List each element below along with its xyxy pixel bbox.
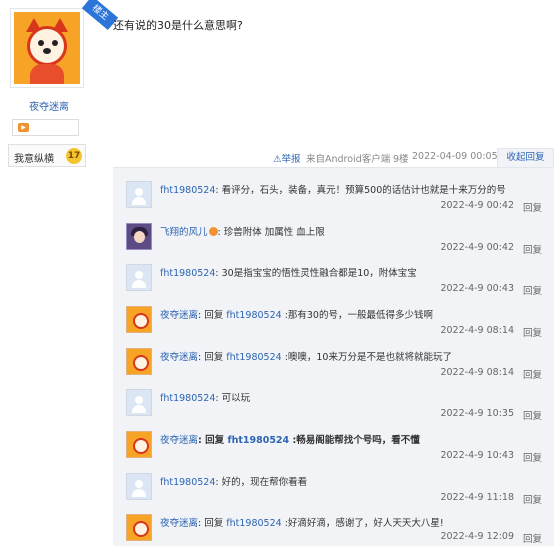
poster-avatar[interactable]: 楼主 <box>10 0 119 88</box>
reply-time: 2022-4-9 12:09 <box>440 531 514 542</box>
reply-target-user[interactable]: fht1980524 <box>226 518 281 529</box>
reply-time: 2022-4-9 11:18 <box>440 492 514 503</box>
fox-avatar-image <box>14 12 80 84</box>
reply-time: 2022-4-9 10:43 <box>440 450 514 461</box>
reply-button[interactable]: 回复 <box>523 200 542 214</box>
fox-avatar[interactable] <box>126 514 152 541</box>
default-avatar[interactable] <box>126 389 152 416</box>
reply-username[interactable]: fht1980524 <box>160 393 215 404</box>
reply-content: : 可以玩 <box>215 393 251 404</box>
reply-content: :畅易阁能帮找个号吗，看不懂 <box>289 435 420 446</box>
reply-username[interactable]: fht1980524 <box>160 268 215 279</box>
reply-button[interactable]: 回复 <box>523 531 542 545</box>
reply-content: : 好的，现在帮你看看 <box>215 477 308 488</box>
reply-button[interactable]: 回复 <box>523 492 542 506</box>
anime-avatar[interactable] <box>126 223 152 250</box>
reply-content: :噢噢，10来万分是不是也就将就能玩了 <box>281 352 452 363</box>
reply-button[interactable]: 回复 <box>523 450 542 464</box>
reply-time: 2022-4-9 00:43 <box>440 283 514 294</box>
fan-level-number: 17 <box>66 148 82 164</box>
reply-time: 2022-4-9 08:14 <box>440 325 514 336</box>
reply-target-user[interactable]: fht1980524 <box>226 352 281 363</box>
post-time: 2022-04-09 00:05 <box>412 151 498 162</box>
poster-name-link[interactable]: 夜夺迷离 <box>0 98 98 113</box>
reply-list: fht1980524: 看评分，石头，装备，真元！预算500的话估计也就是十来万… <box>113 167 554 546</box>
reply-button[interactable]: 回复 <box>523 325 542 339</box>
fan-medal-icon <box>208 227 218 236</box>
reply-time: 2022-4-9 00:42 <box>440 200 514 211</box>
reply-time: 2022-4-9 00:42 <box>440 242 514 253</box>
collapse-replies-button[interactable]: 收起回复 <box>497 148 554 167</box>
default-avatar[interactable] <box>126 473 152 500</box>
poster-sidebar: 楼主 夜夺迷离 ▶ 我意纵横 17 <box>0 0 119 546</box>
reply-content: :好滴好滴，感谢了，好人天天大八星! <box>281 518 444 529</box>
reply-username[interactable]: 夜夺迷离 <box>160 310 198 321</box>
reply-button[interactable]: 回复 <box>523 408 542 422</box>
post-meta-bar: ⚠举报 来自Android客户端 9楼 2022-04-09 00:05 收起回… <box>113 148 554 167</box>
post-content: 还有说的30是什么意思啊? <box>113 19 243 32</box>
fox-avatar[interactable] <box>126 431 152 458</box>
medal-box[interactable]: ▶ <box>12 119 79 136</box>
reply-button[interactable]: 回复 <box>523 242 542 256</box>
report-link[interactable]: ⚠举报 <box>273 151 301 165</box>
default-avatar[interactable] <box>126 181 152 208</box>
client-source[interactable]: 来自Android客户端 <box>306 151 390 165</box>
reply-username[interactable]: fht1980524 <box>160 477 215 488</box>
reply-username[interactable]: fht1980524 <box>160 185 215 196</box>
reply-username[interactable]: 夜夺迷离 <box>160 352 198 363</box>
reply-username[interactable]: 夜夺迷离 <box>160 435 198 446</box>
warning-icon: ⚠ <box>273 154 282 165</box>
fox-avatar[interactable] <box>126 348 152 375</box>
reply-target-user[interactable]: fht1980524 <box>226 310 281 321</box>
fan-club-label: 我意纵横 <box>14 154 54 165</box>
floor-number: 9楼 <box>393 154 409 165</box>
reply-content: : 30是指宝宝的悟性灵性融合都是10，附体宝宝 <box>215 268 417 279</box>
reply-time: 2022-4-9 08:14 <box>440 367 514 378</box>
default-avatar[interactable] <box>126 264 152 291</box>
reply-content: :那有30的号，一般最低得多少钱啊 <box>281 310 433 321</box>
game-controller-icon: ▶ <box>18 123 29 132</box>
fox-avatar[interactable] <box>126 306 152 333</box>
reply-content: : 看评分，石头，装备，真元！预算500的话估计也就是十来万分的号 <box>215 185 506 196</box>
reply-time: 2022-4-9 10:35 <box>440 408 514 419</box>
reply-username[interactable]: 飞翔的风儿 <box>160 227 208 238</box>
reply-button[interactable]: 回复 <box>523 283 542 297</box>
reply-target-user[interactable]: fht1980524 <box>227 435 289 446</box>
reply-username[interactable]: 夜夺迷离 <box>160 518 198 529</box>
reply-content: : 珍兽附体 加属性 血上限 <box>217 227 325 238</box>
reply-button[interactable]: 回复 <box>523 367 542 381</box>
fan-level-badge[interactable]: 我意纵横 17 <box>8 144 86 167</box>
